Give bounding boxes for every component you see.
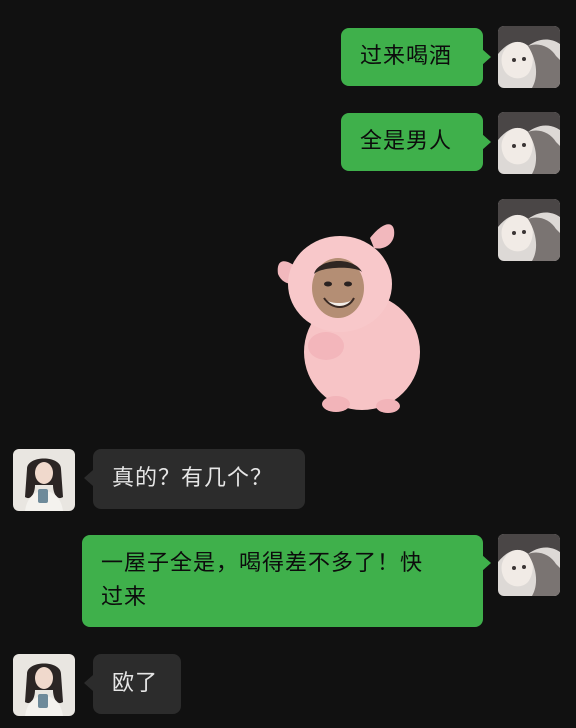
message-text: 全是男人 [360,129,453,154]
message-text-line: 一屋子全是，喝得差不多了！快 [101,551,424,576]
bubble-tail [84,470,93,486]
contact-avatar-photo [13,654,75,716]
chat-area: 过来喝酒 全是男人 真的？有几个？ 一屋子全是，喝得差不多了！快 过来 欧了 [0,0,576,728]
message-text: 欧了 [112,671,159,696]
bubble-tail [482,49,491,65]
message-bubble-incoming[interactable]: 欧了 [93,654,181,714]
message-bubble-incoming[interactable]: 真的？有几个？ [93,449,305,509]
message-bubble-outgoing[interactable]: 过来喝酒 [341,28,483,86]
my-avatar-photo [498,534,560,596]
contact-avatar[interactable] [13,654,75,716]
my-avatar[interactable] [498,112,560,174]
bubble-tail [482,134,491,150]
my-avatar[interactable] [498,26,560,88]
my-avatar-photo [498,26,560,88]
message-bubble-outgoing[interactable]: 一屋子全是，喝得差不多了！快 过来 [82,535,483,627]
pig-sticker-icon [277,224,420,413]
my-avatar[interactable] [498,199,560,261]
message-text: 真的？有几个？ [112,466,274,491]
pig-face-sticker[interactable] [270,212,440,422]
bubble-tail [482,555,491,571]
my-avatar[interactable] [498,534,560,596]
my-avatar-photo [498,112,560,174]
message-bubble-outgoing[interactable]: 全是男人 [341,113,483,171]
my-avatar-photo [498,199,560,261]
message-text-line: 过来 [101,585,148,610]
message-text: 过来喝酒 [360,44,453,69]
bubble-tail [84,675,93,691]
contact-avatar-photo [13,449,75,511]
contact-avatar[interactable] [13,449,75,511]
